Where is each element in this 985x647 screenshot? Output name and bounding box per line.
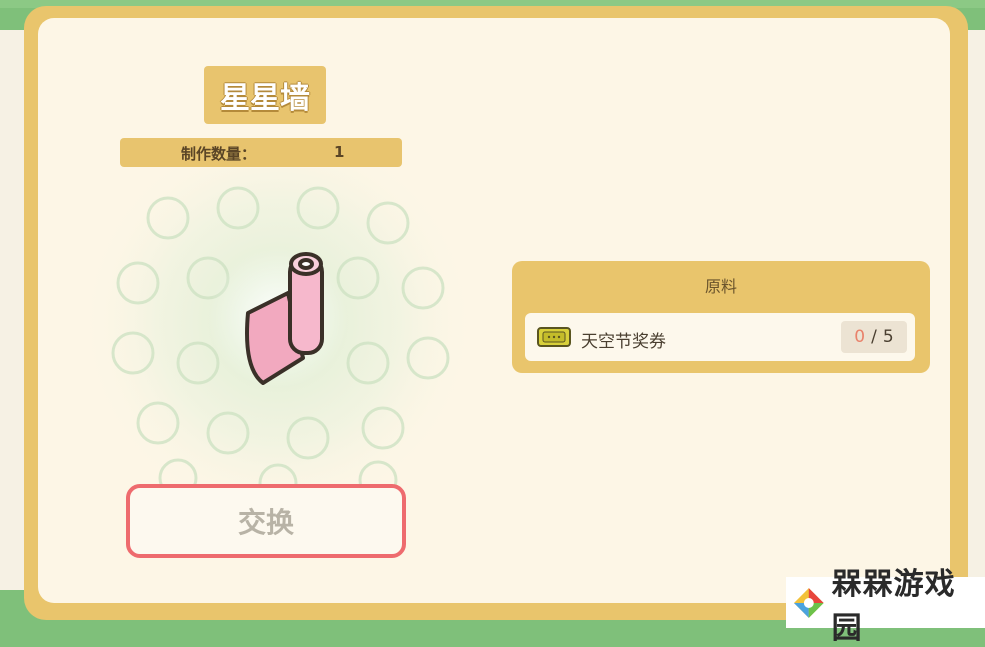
- crafting-panel: 星星墙 制作数量： 1 交换 原料 天空节奖券 0 / 5: [24, 6, 968, 620]
- quantity-bar: 制作数量： 1: [120, 138, 402, 167]
- item-title: 星星墙: [204, 66, 326, 124]
- material-count-separator: /: [871, 327, 877, 347]
- watermark-text: 槑槑游戏园: [831, 566, 956, 646]
- background-right: [965, 30, 985, 590]
- watermark: 槑槑游戏园: [786, 567, 985, 646]
- material-count-need: 5: [882, 327, 894, 347]
- crafting-panel-inner: 星星墙 制作数量： 1 交换 原料 天空节奖券 0 / 5: [38, 18, 950, 603]
- watermark-logo: [793, 587, 824, 618]
- quantity-value: 1: [334, 143, 345, 161]
- material-count-have: 0: [854, 327, 866, 347]
- quantity-label: 制作数量：: [181, 145, 257, 163]
- materials-panel: 原料 天空节奖券 0 / 5: [512, 261, 930, 373]
- material-row[interactable]: 天空节奖券 0 / 5: [525, 313, 915, 361]
- material-name: 天空节奖券: [581, 332, 666, 352]
- materials-header: 原料: [704, 277, 737, 296]
- item-preview: [78, 168, 478, 498]
- ticket-icon: [537, 327, 571, 347]
- material-count: 0 / 5: [841, 321, 907, 353]
- exchange-button[interactable]: 交换: [126, 484, 406, 558]
